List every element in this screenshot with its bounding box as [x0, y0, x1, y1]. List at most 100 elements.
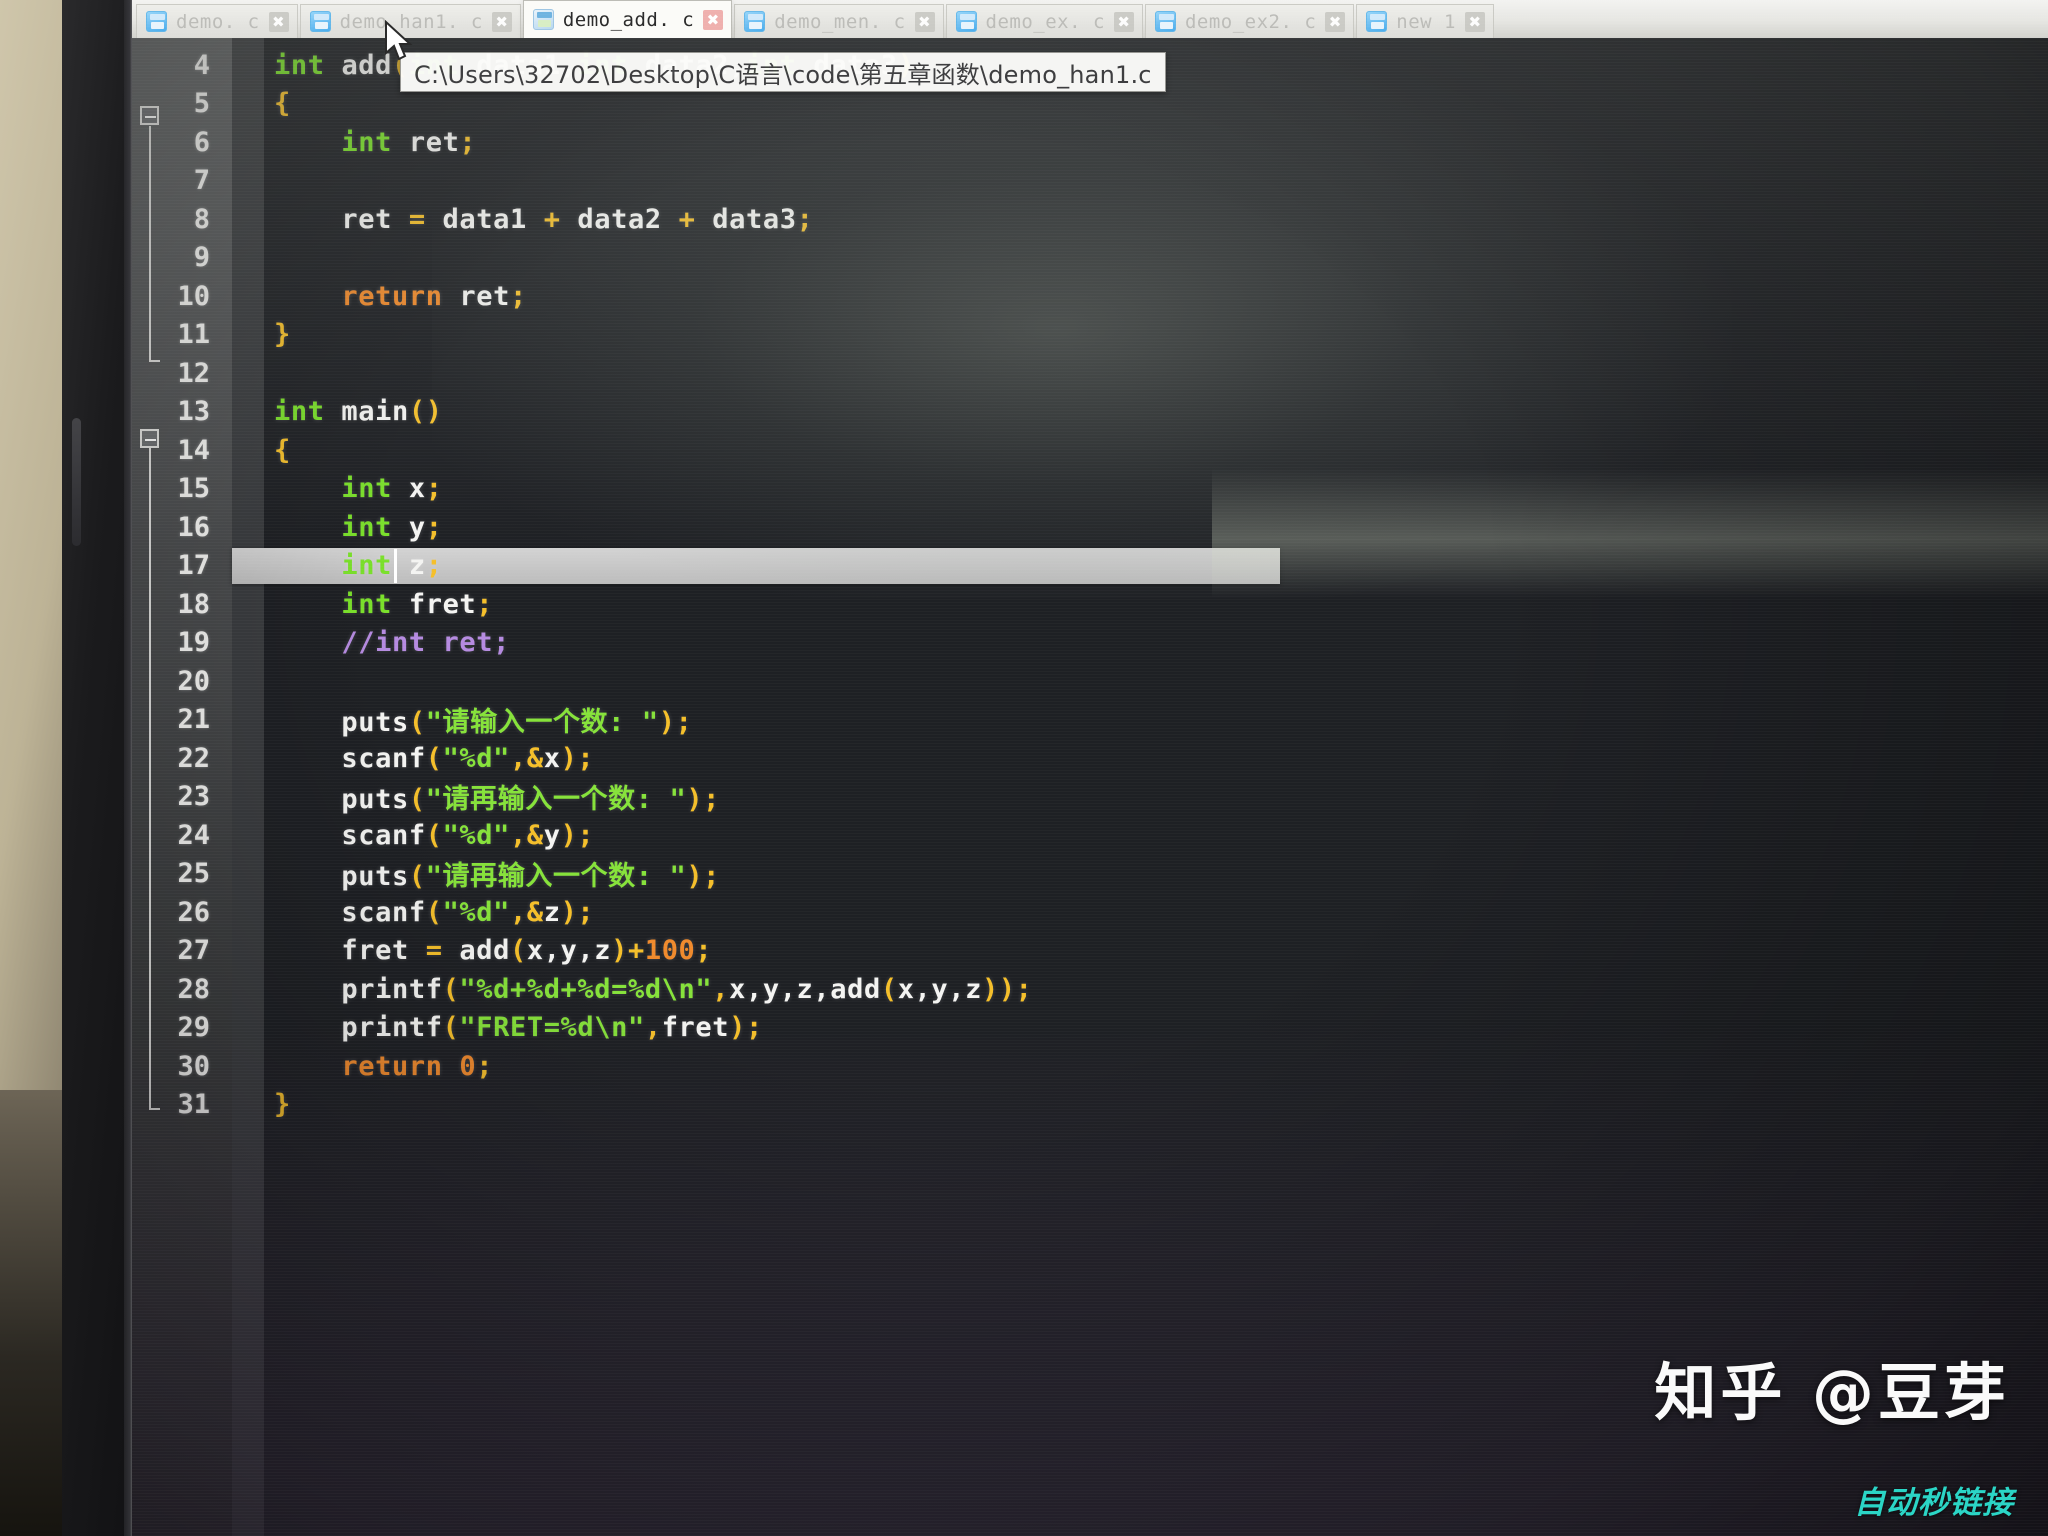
tab-close-icon[interactable]: ✖ [1113, 11, 1134, 32]
code-line[interactable]: 14 { [132, 431, 2048, 470]
code-line[interactable]: 9 [132, 239, 2048, 278]
line-number: 8 [193, 203, 210, 235]
code-text: int ret; [341, 126, 477, 158]
c-file-saved-icon [532, 9, 554, 30]
tab-close-icon[interactable]: ✖ [1464, 11, 1485, 32]
code-line[interactable]: 16 int y; [132, 508, 2048, 547]
fold-slot [232, 816, 264, 855]
code-line[interactable]: 15 int x; [132, 470, 2048, 509]
code-line[interactable]: 20 [132, 662, 2048, 701]
code-line[interactable]: 30 return 0; [132, 1047, 2048, 1086]
tab-new-1[interactable]: new 1 ✖ [1356, 4, 1494, 38]
code-line[interactable]: 21 puts("请输入一个数: "); [132, 701, 2048, 740]
code-line[interactable]: 17 int z; [132, 547, 2048, 586]
code-line[interactable]: 29 printf("FRET=%d\n",fret); [132, 1009, 2048, 1048]
c-file-icon [309, 11, 331, 32]
code-text: scanf("%d",&z); [274, 896, 595, 928]
code-editor[interactable]: 4int add(int data1,int data2,int data3)5… [132, 38, 2048, 1536]
line-number: 6 [193, 126, 210, 158]
fold-slot [232, 585, 264, 624]
c-file-icon [955, 11, 977, 32]
line-number: 28 [177, 973, 210, 1005]
fold-slot [232, 470, 264, 509]
code-text: puts("请再输入一个数: "); [274, 861, 721, 893]
fold-slot [232, 431, 264, 470]
code-line[interactable]: 11} [132, 316, 2048, 355]
tab-label: demo_ex. c [985, 10, 1105, 33]
tab-demo-men-c[interactable]: demo_men. c ✖ [734, 4, 944, 38]
line-number: 9 [193, 242, 210, 274]
code-line[interactable]: 19 //int ret; [132, 624, 2048, 663]
line-number: 26 [177, 896, 210, 928]
fold-slot [232, 239, 264, 278]
fold-slot [232, 855, 264, 894]
tab-label: demo_men. c [774, 10, 906, 33]
tab-close-icon[interactable]: ✖ [703, 9, 724, 30]
tab-label: demo_add. c [562, 8, 695, 31]
fold-slot [232, 162, 264, 201]
code-text: printf("%d+%d+%d=%d\n",x,y,z,add(x,y,z))… [274, 973, 1033, 1005]
code-text: int main() [274, 396, 443, 428]
mouse-pointer-icon [384, 19, 414, 68]
line-number: 5 [193, 88, 210, 120]
code-line[interactable]: 28 printf("%d+%d+%d=%d\n",x,y,z,add(x,y,… [132, 970, 2048, 1009]
code-text: scanf("%d",&y); [274, 819, 595, 851]
tab-demo-ex-c[interactable]: demo_ex. c ✖ [945, 4, 1143, 38]
fold-slot [232, 739, 264, 778]
line-number: 25 [177, 858, 210, 890]
fold-slot [232, 1047, 264, 1086]
code-line[interactable]: 7 [132, 162, 2048, 201]
code-text: int y; [341, 511, 443, 543]
line-number: 19 [177, 627, 210, 659]
tab-demo-c[interactable]: demo. c ✖ [136, 4, 298, 38]
code-line[interactable]: 24 scanf("%d",&y); [132, 816, 2048, 855]
fold-slot [232, 393, 264, 432]
tab-demo-ex2-c[interactable]: demo_ex2. c ✖ [1144, 4, 1355, 38]
tab-label: new 1 [1396, 10, 1456, 33]
code-line[interactable]: 8 ret = data1 + data2 + data3; [132, 200, 2048, 239]
monitor-power-button[interactable] [72, 418, 81, 546]
code-text: int z; [341, 550, 443, 582]
code-line[interactable]: 6 int ret; [132, 123, 2048, 162]
code-text: } [274, 319, 291, 351]
line-number: 17 [177, 550, 210, 582]
line-number: 14 [177, 434, 210, 466]
line-number: 29 [177, 1012, 210, 1044]
tab-close-icon[interactable]: ✖ [914, 11, 935, 32]
code-line[interactable]: 25 puts("请再输入一个数: "); [132, 855, 2048, 894]
code-line[interactable]: 26 scanf("%d",&z); [132, 893, 2048, 932]
tab-close-icon[interactable]: ✖ [268, 11, 289, 32]
code-line[interactable]: 23 puts("请再输入一个数: "); [132, 778, 2048, 817]
code-line[interactable]: 22 scanf("%d",&x); [132, 739, 2048, 778]
line-number: 12 [177, 357, 210, 389]
line-number: 7 [193, 165, 210, 197]
code-text: { [274, 434, 291, 466]
line-number: 4 [193, 49, 210, 81]
code-text: return 0; [341, 1050, 494, 1082]
fold-slot [232, 778, 264, 817]
tab-demo-add-c[interactable]: demo_add. c ✖ [522, 0, 733, 38]
code-text: puts("请再输入一个数: "); [274, 784, 721, 816]
c-file-icon [1366, 11, 1388, 32]
code-line[interactable]: 27 fret = add(x,y,z)+100; [132, 932, 2048, 971]
code-line[interactable]: 13 int main() [132, 393, 2048, 432]
line-number: 13 [177, 396, 210, 428]
code-text: return ret; [341, 280, 527, 312]
tab-close-icon[interactable]: ✖ [491, 11, 512, 32]
fold-slot [232, 354, 264, 393]
tab-label: demo_ex2. c [1184, 10, 1317, 33]
code-line[interactable]: 12 [132, 354, 2048, 393]
tab-close-icon[interactable]: ✖ [1325, 11, 1346, 32]
fold-slot [232, 316, 264, 355]
line-number: 15 [177, 473, 210, 505]
c-file-icon [1154, 11, 1176, 32]
line-number: 30 [177, 1050, 210, 1082]
code-text: printf("FRET=%d\n",fret); [274, 1012, 763, 1044]
code-line[interactable]: 31} [132, 1086, 2048, 1125]
code-text: { [274, 88, 291, 120]
code-text: ret = data1 + data2 + data3; [274, 203, 814, 235]
code-line[interactable]: 18 int fret; [132, 585, 2048, 624]
code-line[interactable]: 10 return ret; [132, 277, 2048, 316]
fold-slot [232, 85, 264, 124]
code-text: int x; [341, 473, 443, 505]
